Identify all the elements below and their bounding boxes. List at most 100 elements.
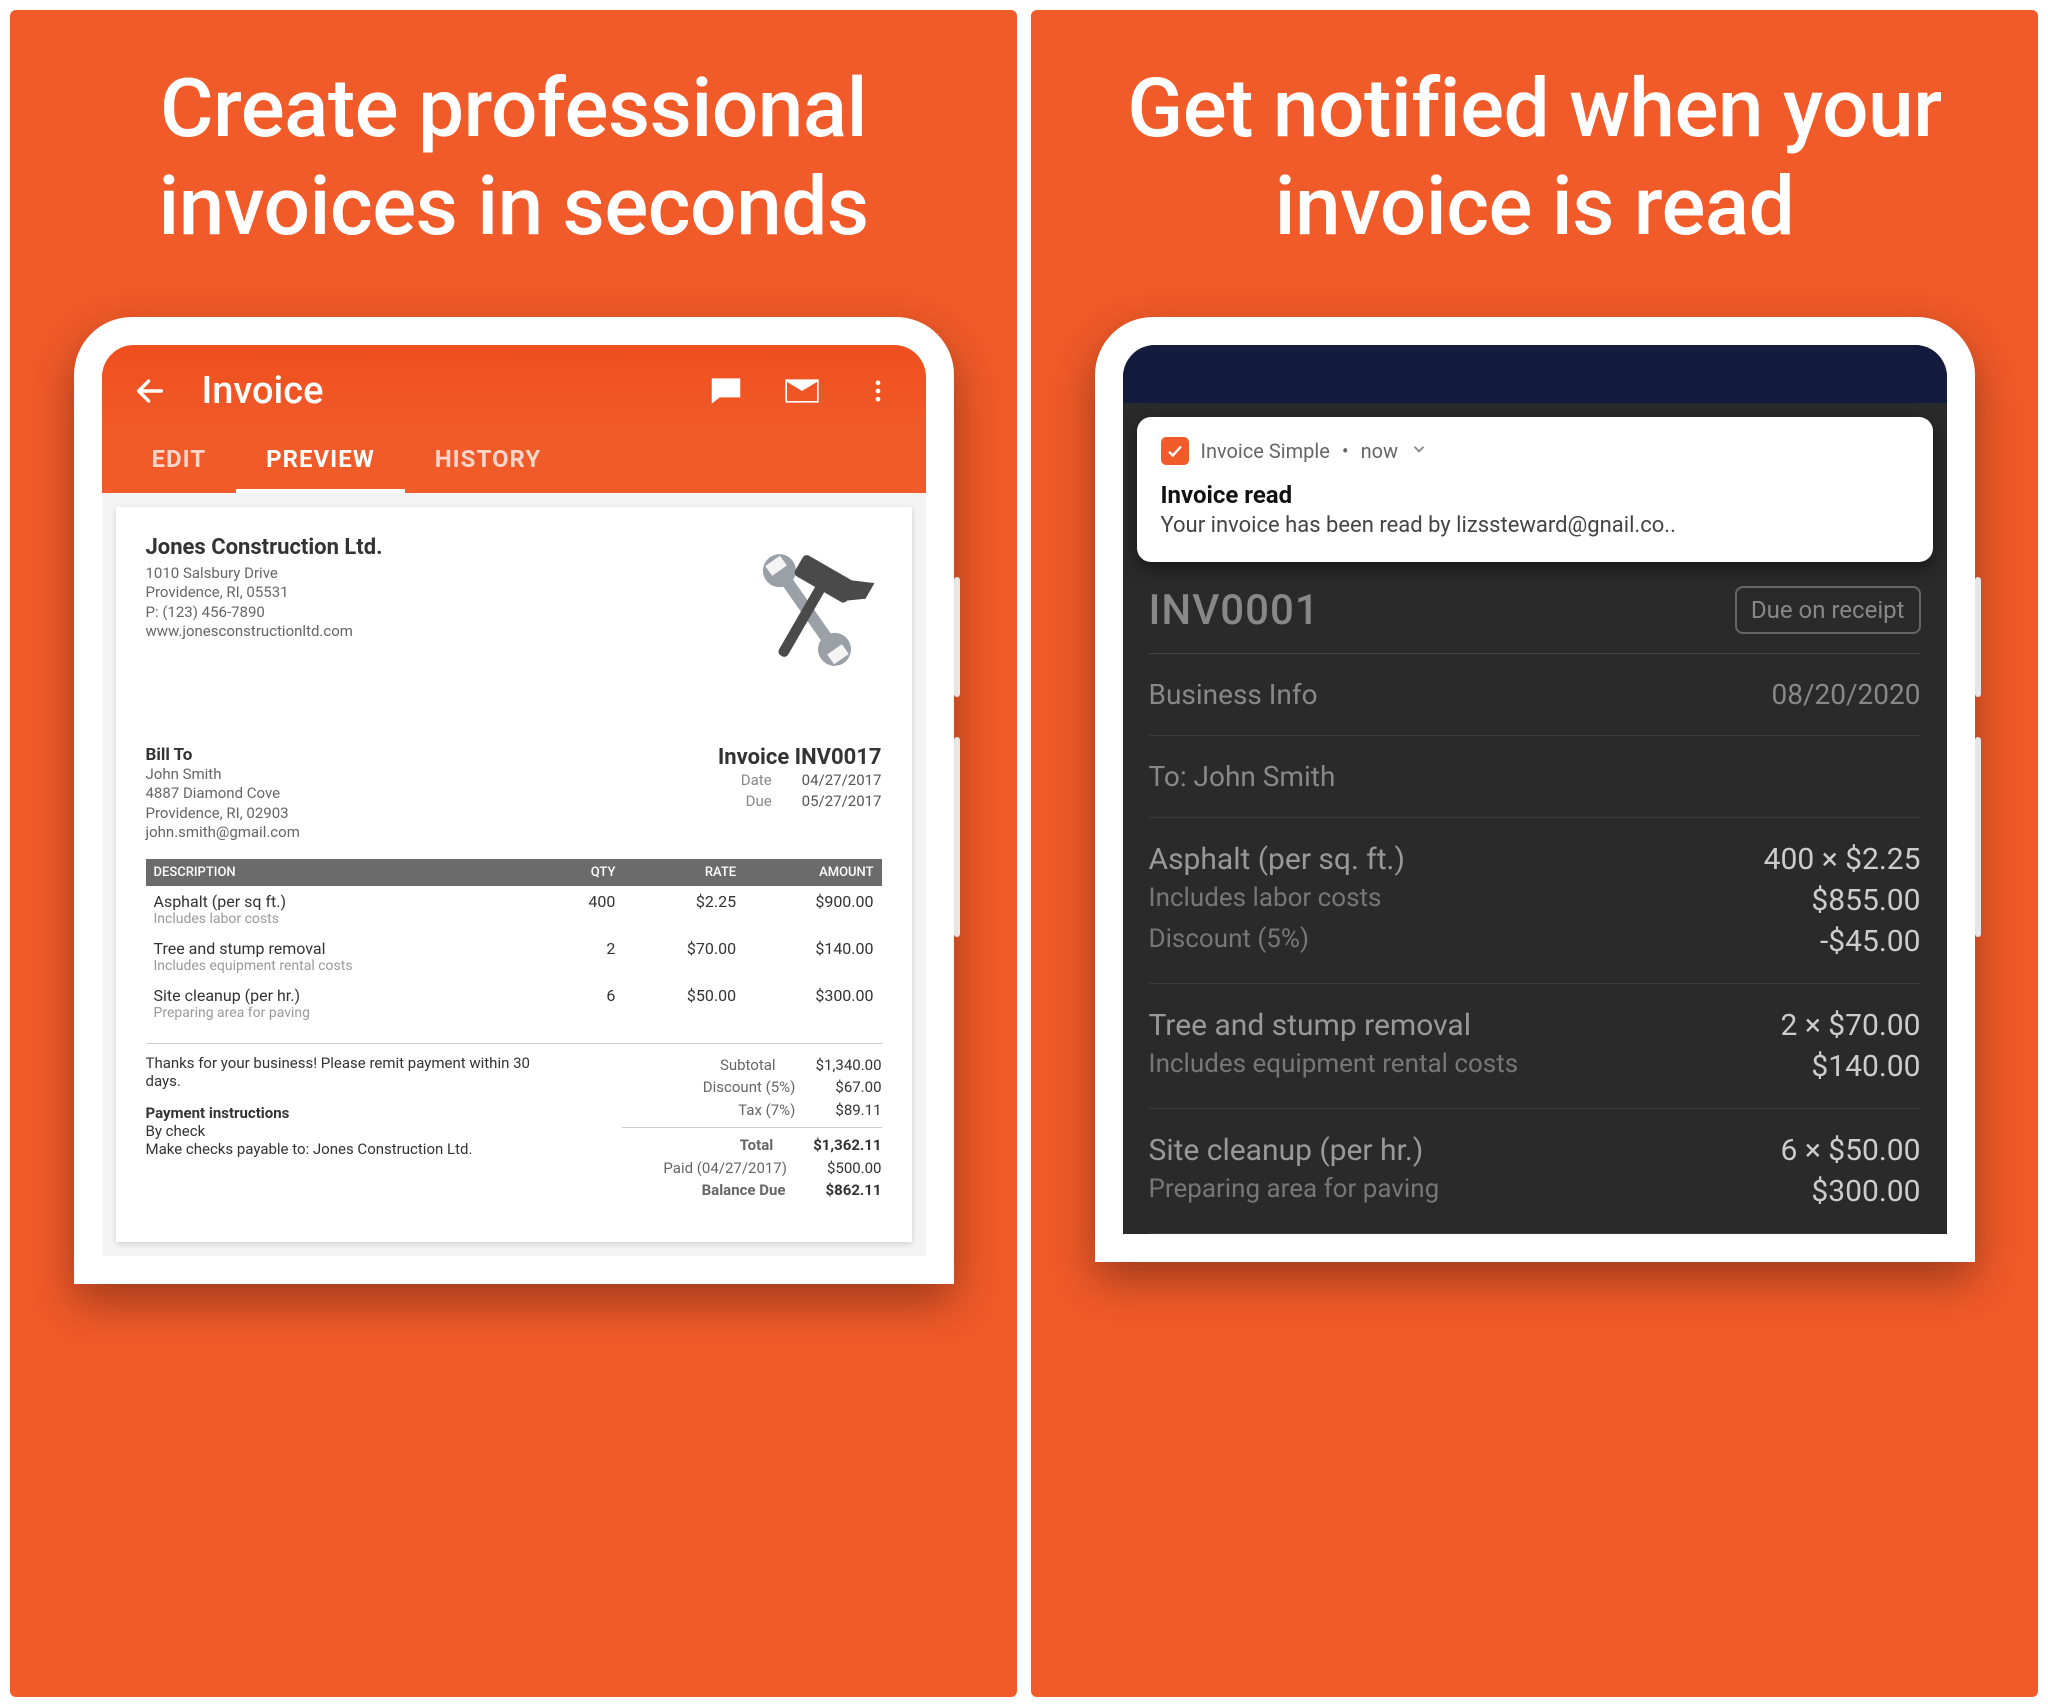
item-rate: $70.00 [623,933,744,980]
appbar: Invoice [102,345,926,427]
instructions-heading: Payment instructions [146,1104,551,1122]
notif-body: Your invoice has been read by lizsstewar… [1161,513,1909,538]
company-name: Jones Construction Ltd. [146,535,383,560]
paid-label: Paid (04/27/2017) [647,1157,787,1180]
billto-block: Bill To John Smith 4887 Diamond Cove Pro… [146,745,300,843]
company-addr2: Providence, RI, 05531 [146,583,383,603]
item-name: Site cleanup (per hr.) [1149,1133,1424,1168]
notif-title: Invoice read [1161,481,1909,509]
appbar-title: Invoice [202,369,674,413]
thanks-note: Thanks for your business! Please remit p… [146,1054,551,1090]
business-info-label[interactable]: Business Info [1149,678,1318,711]
item-rate: $2.25 [623,886,744,933]
dimmed-editor: INV0001 Due on receipt Business Info 08/… [1123,576,1947,1234]
notif-time: now [1361,439,1398,463]
item-rate: $50.00 [623,980,744,1027]
table-row: Site cleanup (per hr.)Preparing area for… [146,980,882,1027]
item-amount: $855.00 [1811,883,1920,918]
discount-value: $67.00 [835,1076,881,1099]
tab-edit[interactable]: EDIT [122,427,237,493]
instr-1: By check [146,1122,551,1140]
invoice-date-field[interactable]: 08/20/2020 [1772,678,1921,711]
item-name: Asphalt (per sq. ft.) [1149,842,1405,877]
invoice-date: 04/27/2017 [802,771,882,789]
list-item[interactable]: Tree and stump removal 2 × $70.00 Include… [1149,984,1921,1109]
mail-icon[interactable] [778,367,826,415]
item-qty: 6 [544,980,624,1027]
total-label: Total [633,1134,773,1157]
billto-email: john.smith@gmail.com [146,823,300,843]
balance-value: $862.11 [826,1179,882,1202]
app-badge-icon [1161,437,1189,465]
marketing-panel-1: Create professional invoices in seconds … [10,10,1017,1697]
phone-frame-1: Invoice EDIT PREVIEW HISTORY [74,317,954,1284]
invoice-number: Invoice INV0017 [718,745,882,770]
discount-label: Discount (5%) [655,1076,795,1099]
item-amount: $900.00 [744,886,881,933]
item-qtyrate: 6 × $50.00 [1781,1133,1921,1168]
tabbar: EDIT PREVIEW HISTORY [102,427,926,493]
instr-2: Make checks payable to: Jones Constructi… [146,1140,551,1158]
due-terms-chip[interactable]: Due on receipt [1735,586,1921,634]
date-label: Date [724,770,772,791]
item-qty: 400 [544,886,624,933]
item-sub: Preparing area for paving [154,1005,536,1021]
item-name: Tree and stump removal [1149,1008,1472,1043]
totals-block: Subtotal$1,340.00 Discount (5%)$67.00 Ta… [622,1054,882,1202]
list-item[interactable]: Asphalt (per sq. ft.)400 × $2.25 Include… [1149,818,1921,984]
total-value: $1,362.11 [813,1134,881,1157]
billto-addr1: 4887 Diamond Cove [146,784,300,804]
headline-2: Get notified when your invoice is read [1071,60,1998,257]
line-items-table: DESCRIPTION QTY RATE AMOUNT Asphalt (per… [146,859,882,1027]
phone-side-button [954,577,960,697]
item-qtyrate: 400 × $2.25 [1764,842,1921,877]
company-web: www.jonesconstructionltd.com [146,622,383,642]
screen-2: Invoice Simple • now Invoice read Your i… [1123,345,1947,1234]
paid-value: $500.00 [827,1157,882,1180]
table-row: Asphalt (per sq ft.)Includes labor costs… [146,886,882,933]
invoice-paper: Jones Construction Ltd. 1010 Salsbury Dr… [116,507,912,1242]
item-qty: 2 [544,933,624,980]
marketing-panel-2: Get notified when your invoice is read I… [1031,10,2038,1697]
company-addr1: 1010 Salsbury Drive [146,564,383,584]
tax-value: $89.11 [835,1099,881,1122]
sms-icon[interactable] [702,367,750,415]
chevron-down-icon[interactable] [1410,439,1428,463]
screen-1: Invoice EDIT PREVIEW HISTORY [102,345,926,1256]
item-desc: Tree and stump removal [154,939,326,958]
th-desc: DESCRIPTION [146,859,544,886]
invoice-number-field[interactable]: INV0001 [1149,586,1320,635]
billto-name: John Smith [146,765,300,785]
notification-card[interactable]: Invoice Simple • now Invoice read Your i… [1137,417,1933,562]
item-qtyrate: 2 × $70.00 [1781,1008,1921,1043]
item-amount: $140.00 [744,933,881,980]
item-amount: $300.00 [744,980,881,1027]
company-block: Jones Construction Ltd. 1010 Salsbury Dr… [146,535,383,685]
notif-app-name: Invoice Simple [1201,439,1330,463]
due-label: Due [724,791,772,812]
company-phone: P: (123) 456-7890 [146,603,383,623]
tab-history[interactable]: HISTORY [405,427,572,493]
item-sub: Preparing area for paving [1149,1174,1440,1209]
table-row: Tree and stump removalIncludes equipment… [146,933,882,980]
statusbar-shade [1123,345,1947,403]
to-client-field[interactable]: To: John Smith [1149,760,1336,793]
dot: • [1342,439,1349,463]
item-sub: Includes equipment rental costs [154,958,536,974]
document-area[interactable]: Jones Construction Ltd. 1010 Salsbury Dr… [102,493,926,1256]
tab-preview[interactable]: PREVIEW [236,427,405,493]
billto-addr2: Providence, RI, 02903 [146,804,300,824]
phone-side-button [954,737,960,937]
more-icon[interactable] [854,367,902,415]
invoice-due: 05/27/2017 [802,792,882,810]
list-item[interactable]: Site cleanup (per hr.) 6 × $50.00 Prepari… [1149,1109,1921,1234]
back-icon[interactable] [126,367,174,415]
subtotal-value: $1,340.00 [816,1054,882,1077]
item-amount: $300.00 [1811,1174,1920,1209]
subtotal-label: Subtotal [636,1054,776,1077]
phone-side-button [1975,737,1981,937]
billto-heading: Bill To [146,745,300,765]
item-discount-label: Discount (5%) [1149,924,1310,959]
item-sub: Includes labor costs [154,911,536,927]
item-sub: Includes equipment rental costs [1149,1049,1519,1084]
